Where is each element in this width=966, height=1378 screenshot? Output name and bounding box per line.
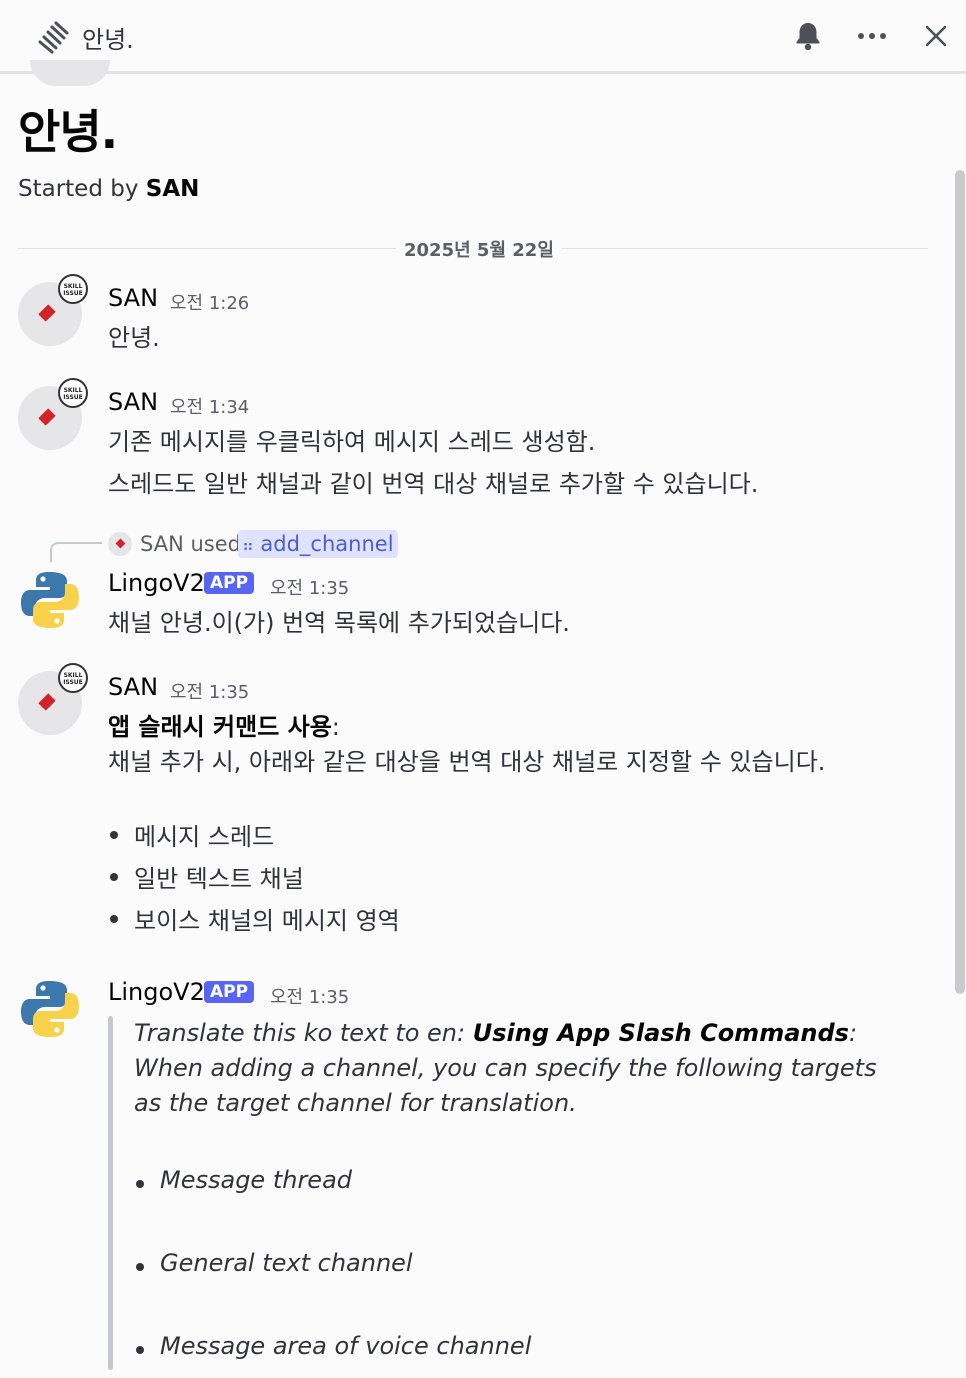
message-timestamp: 오전 1:35: [270, 987, 350, 1008]
reply-user[interactable]: SAN: [140, 532, 184, 556]
app-command-icon: ⠶: [242, 536, 254, 555]
list-item: 일반 텍스트 채널: [108, 859, 400, 901]
python-logo-avatar-icon[interactable]: [18, 977, 82, 1041]
message-timestamp: 오전 1:35: [270, 578, 350, 599]
slash-command-chip[interactable]: ⠶ add_channel: [238, 530, 398, 558]
command-used-text: SAN used: [140, 532, 241, 556]
starter-name[interactable]: SAN: [146, 176, 200, 202]
diamond-icon: [38, 693, 56, 711]
diamond-icon: [38, 304, 56, 322]
skill-issue-badge-icon: SKILL ISSUE: [58, 274, 88, 304]
blockquote-bar: [108, 1016, 113, 1370]
quote-line: When adding a channel, you can specify t…: [134, 1054, 877, 1082]
message-author[interactable]: LingoV2: [108, 978, 205, 1006]
started-prefix: Started by: [18, 176, 139, 202]
diamond-icon: [38, 408, 56, 426]
reply-connector: [50, 542, 102, 562]
close-thread-button[interactable]: [918, 18, 954, 54]
message-author[interactable]: SAN: [108, 673, 158, 701]
bell-icon: [796, 23, 820, 51]
thread-starter: Started by SAN: [18, 176, 199, 202]
quote-prefix: Translate this ko text to en:: [134, 1019, 473, 1047]
message-timestamp: 오전 1:34: [170, 397, 250, 418]
more-icon: [858, 33, 886, 39]
message-timestamp: 오전 1:26: [170, 293, 250, 314]
reply-used-label: used: [190, 532, 241, 556]
avatar[interactable]: SKILL ISSUE: [18, 378, 88, 450]
command-name: add_channel: [260, 532, 394, 556]
heading-suffix: :: [331, 713, 340, 741]
bullet-list: 메시지 스레드 일반 텍스트 채널 보이스 채널의 메시지 영역: [108, 817, 400, 943]
message-text: 채널 추가 시, 아래와 같은 대상을 번역 대상 채널로 지정할 수 있습니다…: [108, 748, 826, 776]
python-logo-avatar-icon[interactable]: [18, 568, 82, 632]
skill-issue-badge-icon: SKILL ISSUE: [58, 378, 88, 408]
message-timestamp: 오전 1:35: [170, 682, 250, 703]
message-author[interactable]: SAN: [108, 388, 158, 416]
header-title: 안녕.: [82, 26, 134, 54]
quote-list-item: Message thread: [134, 1166, 352, 1194]
thread-header: 안녕.: [0, 0, 966, 74]
thread-icon-partial: [30, 60, 110, 86]
thread-title: 안녕.: [18, 105, 118, 159]
diamond-icon: [115, 538, 126, 549]
message-text: 기존 메시지를 우클릭하여 메시지 스레드 생성함.: [108, 428, 596, 456]
heading-bold: 앱 슬래시 커맨드 사용: [108, 713, 332, 741]
message-author[interactable]: LingoV2: [108, 569, 205, 597]
message-text: 채널 안녕.이(가) 번역 목록에 추가되었습니다.: [108, 609, 570, 637]
quote-list-item: General text channel: [134, 1249, 413, 1277]
message-heading: 앱 슬래시 커맨드 사용:: [108, 707, 340, 742]
app-tag-badge: APP: [204, 981, 255, 1003]
list-item: 보이스 채널의 메시지 영역: [108, 901, 400, 943]
avatar[interactable]: SKILL ISSUE: [18, 274, 88, 346]
app-tag-badge: APP: [204, 572, 255, 594]
skill-issue-badge-icon: SKILL ISSUE: [58, 663, 88, 693]
threads-icon: [38, 21, 69, 54]
quote-heading-suffix: :: [848, 1019, 858, 1047]
quote-list-item: Message area of voice channel: [134, 1332, 531, 1360]
message-text: 스레드도 일반 채널과 같이 번역 대상 채널로 추가할 수 있습니다.: [108, 470, 759, 498]
reply-avatar[interactable]: [108, 532, 132, 556]
close-icon: [925, 25, 947, 47]
notification-bell-button[interactable]: [790, 18, 826, 54]
avatar[interactable]: SKILL ISSUE: [18, 663, 88, 735]
message-author[interactable]: SAN: [108, 284, 158, 312]
more-options-button[interactable]: [854, 18, 890, 54]
quote-line: Translate this ko text to en: Using App …: [134, 1019, 857, 1047]
quote-line: as the target channel for translation.: [134, 1089, 577, 1117]
list-item: 메시지 스레드: [108, 817, 400, 859]
quote-heading: Using App Slash Commands: [472, 1019, 849, 1047]
message-text: 안녕.: [108, 324, 160, 352]
scrollbar-thumb[interactable]: [955, 170, 965, 994]
date-divider: 2025년 5월 22일: [396, 236, 562, 262]
